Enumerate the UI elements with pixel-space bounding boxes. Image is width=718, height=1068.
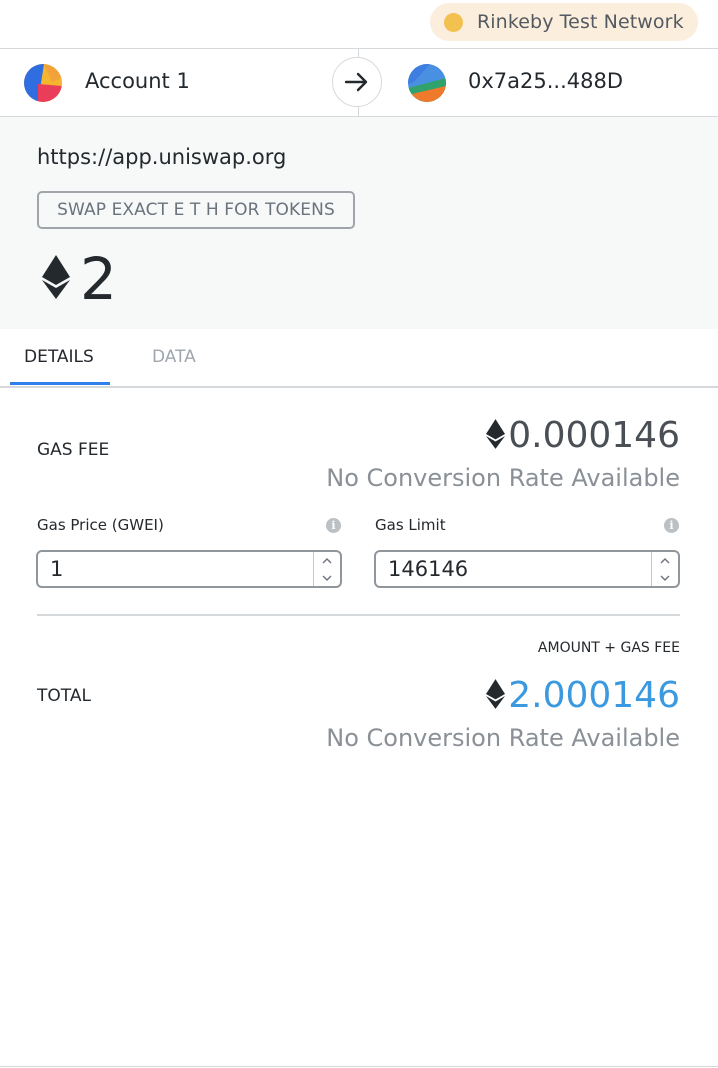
chevron-down-icon[interactable] xyxy=(652,569,678,586)
info-icon[interactable]: i xyxy=(326,518,341,533)
gas-price-input[interactable] xyxy=(38,552,316,586)
total-amount: 2.000146 xyxy=(486,675,680,716)
sender-name: Account 1 xyxy=(85,69,190,93)
arrow-right-icon xyxy=(332,57,382,107)
gas-limit-field xyxy=(374,550,680,588)
transaction-summary: https://app.uniswap.org SWAP EXACT E T H… xyxy=(0,117,718,329)
transaction-amount: 2 xyxy=(42,249,117,309)
chevron-up-icon[interactable] xyxy=(652,552,678,569)
gas-limit-label: Gas Limit xyxy=(375,516,446,534)
gas-price-stepper xyxy=(313,552,340,586)
gas-price-label: Gas Price (GWEI) xyxy=(37,516,164,534)
network-bar: Rinkeby Test Network xyxy=(0,0,718,48)
footer-divider xyxy=(0,1066,718,1067)
ethereum-icon xyxy=(42,255,70,303)
chevron-down-icon[interactable] xyxy=(314,569,340,586)
sender-avatar xyxy=(24,64,62,102)
recipient-address[interactable]: 0x7a25...488D xyxy=(468,69,623,93)
ethereum-icon xyxy=(486,418,506,453)
gas-limit-stepper xyxy=(651,552,678,586)
section-divider xyxy=(37,614,680,616)
method-badge: SWAP EXACT E T H FOR TOKENS xyxy=(37,191,355,229)
gas-price-field xyxy=(36,550,342,588)
total-conversion: No Conversion Rate Available xyxy=(326,724,680,752)
amount-gas-fee-label: AMOUNT + GAS FEE xyxy=(537,640,680,656)
amount-value: 2 xyxy=(80,245,117,313)
total-value: 2.000146 xyxy=(508,675,680,716)
tab-details[interactable]: DETAILS xyxy=(24,347,94,367)
origin-url: https://app.uniswap.org xyxy=(37,145,287,169)
active-tab-indicator xyxy=(10,382,110,385)
gas-fee-conversion: No Conversion Rate Available xyxy=(326,464,680,492)
recipient-avatar xyxy=(408,64,446,102)
network-status-dot xyxy=(444,12,463,32)
sender-recipient-row: Account 1 0x7a25...488D xyxy=(0,49,718,116)
tabs-divider xyxy=(0,386,718,388)
gas-limit-input[interactable] xyxy=(376,552,654,586)
network-selector[interactable]: Rinkeby Test Network xyxy=(430,3,698,41)
gas-fee-value: 0.000146 xyxy=(508,415,680,456)
network-label: Rinkeby Test Network xyxy=(477,11,684,33)
total-label: TOTAL xyxy=(37,686,91,706)
tab-bar: DETAILS DATA xyxy=(0,329,718,387)
gas-fee-label: GAS FEE xyxy=(37,440,110,460)
tab-data[interactable]: DATA xyxy=(152,347,196,367)
chevron-up-icon[interactable] xyxy=(314,552,340,569)
ethereum-icon xyxy=(486,678,506,713)
gas-fee-amount: 0.000146 xyxy=(486,415,680,456)
info-icon[interactable]: i xyxy=(664,518,679,533)
